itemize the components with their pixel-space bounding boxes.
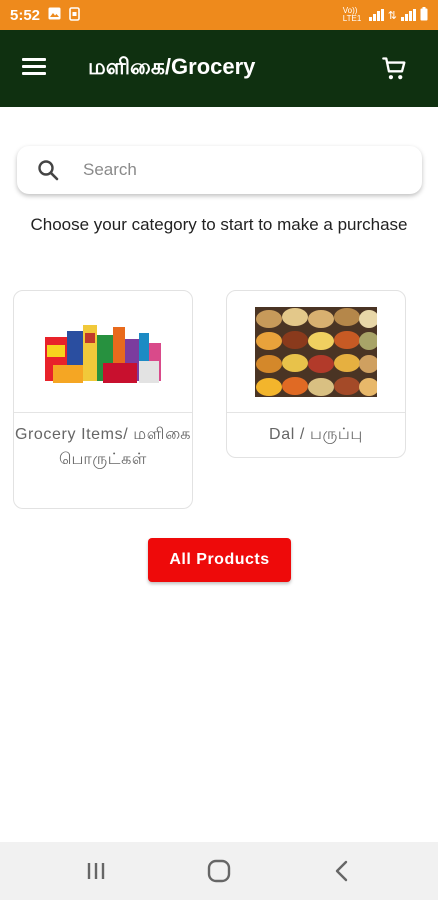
- search-icon: [37, 159, 59, 181]
- search-bar[interactable]: [17, 146, 422, 194]
- dal-lentils-image: [227, 291, 405, 413]
- shopping-cart-icon[interactable]: [381, 55, 409, 83]
- category-card-dal[interactable]: Dal / பருப்பு: [226, 290, 406, 458]
- home-icon[interactable]: [206, 859, 234, 883]
- signal-strength-icon-2: [401, 9, 416, 21]
- battery-icon: [420, 6, 428, 24]
- status-bar: 5:52 Vo)) LTE1 ⇅: [0, 0, 438, 30]
- intro-text: Choose your category to start to make a …: [30, 215, 408, 234]
- status-time: 5:52: [10, 6, 41, 24]
- signal-strength-icon: [368, 9, 384, 21]
- back-icon[interactable]: [330, 859, 358, 883]
- category-label: Dal / பருப்பு: [269, 426, 363, 443]
- app-bar: மளிகை/Grocery: [0, 30, 438, 107]
- category-card-grocery-items[interactable]: Grocery Items/ மளிகை பொருட்கள்: [13, 290, 193, 509]
- all-products-button[interactable]: All Products: [148, 538, 291, 582]
- network-type-label: Vo)) LTE1: [342, 6, 362, 23]
- system-nav-bar: [0, 842, 438, 900]
- hamburger-menu-icon[interactable]: [22, 58, 46, 78]
- page-title: மளிகை/Grocery: [88, 54, 256, 79]
- search-input[interactable]: [83, 156, 403, 184]
- grocery-products-image: [14, 291, 192, 413]
- recent-apps-icon[interactable]: [84, 859, 112, 883]
- screenshot-notification-icon: [69, 6, 80, 24]
- status-indicators: Vo)) LTE1 ⇅: [342, 6, 428, 24]
- gallery-notification-icon: [48, 7, 61, 23]
- category-label: Grocery Items/ மளிகை பொருட்கள்: [14, 426, 192, 468]
- data-transfer-icon: ⇅: [387, 9, 397, 22]
